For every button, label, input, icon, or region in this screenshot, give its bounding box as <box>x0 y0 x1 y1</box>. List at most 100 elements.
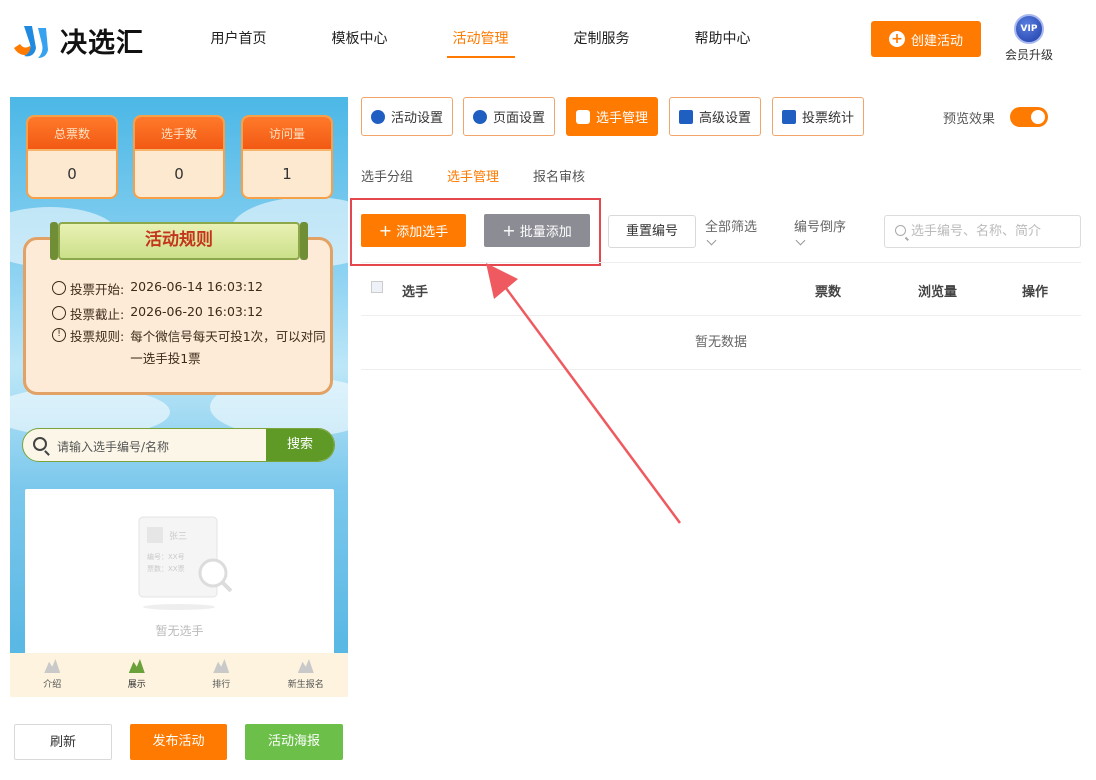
column-votes: 票数 <box>815 285 842 300</box>
tab-label: 活动设置 <box>390 111 443 126</box>
preview-tab-label: 新生报名 <box>287 680 324 690</box>
vip-upgrade-label: 会员升级 <box>1004 48 1053 62</box>
tab-vote-statistics[interactable]: 投票统计 <box>772 97 864 136</box>
settings-list-icon <box>678 109 693 124</box>
rule-start: 投票开始: 2026-06-14 16:03:12 <box>52 279 263 298</box>
publish-activity-button[interactable]: 发布活动 <box>130 724 227 760</box>
tab-advanced-settings[interactable]: 高级设置 <box>669 97 761 136</box>
nav-help-center[interactable]: 帮助中心 <box>662 28 783 58</box>
sort-order-label: 编号倒序 <box>794 220 847 235</box>
preview-search-button[interactable]: 搜索 <box>266 429 334 461</box>
annotation-arrow <box>486 263 682 524</box>
star-icon <box>370 109 385 124</box>
reset-number-button[interactable]: 重置编号 <box>608 215 696 248</box>
rule-label: 投票开始: <box>70 282 125 297</box>
flower-icon <box>472 109 487 124</box>
mobile-preview: 总票数 0 选手数 0 访问量 1 投票开始: 2026-06-14 16:03… <box>10 97 348 697</box>
nav-home[interactable]: 用户首页 <box>178 28 299 58</box>
stat-player-count: 选手数 0 <box>133 115 225 199</box>
rule-value: 2026-06-14 16:03:12 <box>130 279 263 294</box>
clock-icon <box>52 306 66 320</box>
player-search-box <box>884 215 1081 248</box>
stat-label: 选手数 <box>135 117 223 151</box>
refresh-button[interactable]: 刷新 <box>14 724 112 760</box>
search-icon <box>895 225 906 236</box>
sort-order-dropdown[interactable]: 编号倒序 <box>794 216 847 246</box>
filter-all-label: 全部筛选 <box>705 220 758 235</box>
vip-upgrade[interactable]: VIP 会员升级 <box>996 14 1062 63</box>
svg-text:张三: 张三 <box>169 531 187 542</box>
chevron-down-icon <box>795 235 806 246</box>
nav-custom-service[interactable]: 定制服务 <box>541 28 662 58</box>
mountain-icon <box>44 659 61 673</box>
rules-title-banner: 活动规则 <box>50 222 308 260</box>
empty-players-text: 暂无选手 <box>155 624 204 638</box>
stat-total-votes: 总票数 0 <box>26 115 118 199</box>
rule-value: 2026-06-20 16:03:12 <box>130 304 263 319</box>
tab-activity-settings[interactable]: 活动设置 <box>361 97 453 136</box>
tab-page-settings[interactable]: 页面设置 <box>463 97 555 136</box>
tab-player-management[interactable]: 选手管理 <box>566 97 658 136</box>
chevron-down-icon <box>706 235 717 246</box>
logo-icon <box>10 18 54 62</box>
main-nav: 用户首页 模板中心 活动管理 定制服务 帮助中心 <box>178 28 783 58</box>
nav-templates[interactable]: 模板中心 <box>299 28 420 58</box>
subtab-player-management[interactable]: 选手管理 <box>447 166 499 185</box>
top-header: 决选汇 用户首页 模板中心 活动管理 定制服务 帮助中心 + 创建活动 VIP … <box>0 0 1096 80</box>
subtab-signup-review[interactable]: 报名审核 <box>533 166 585 185</box>
rule-value: 每个微信号每天可投1次，可以对同一选手投1票 <box>130 329 326 366</box>
player-search-input[interactable] <box>911 216 1076 247</box>
table-empty-text: 暂无数据 <box>361 316 1081 370</box>
rules-panel: 投票开始: 2026-06-14 16:03:12 投票截止: 2026-06-… <box>23 237 333 395</box>
preview-tab-showcase[interactable]: 展示 <box>95 653 180 697</box>
preview-search-placeholder[interactable]: 请输入选手编号/名称 <box>57 438 169 455</box>
tab-label: 高级设置 <box>698 111 751 126</box>
preview-tab-label: 排行 <box>212 680 231 690</box>
mountain-icon <box>128 659 145 673</box>
logo[interactable]: 决选汇 <box>10 18 160 62</box>
info-icon: ! <box>52 328 66 342</box>
stat-visits: 访问量 1 <box>241 115 333 199</box>
stat-value: 1 <box>282 165 292 183</box>
preview-tab-intro[interactable]: 介绍 <box>10 653 95 697</box>
brand-name: 决选汇 <box>60 27 144 59</box>
svg-text:编号：XX号: 编号：XX号 <box>147 552 185 561</box>
plus-circle-icon: + <box>888 31 905 47</box>
mountain-icon <box>213 659 230 673</box>
nav-activity-management[interactable]: 活动管理 <box>420 28 541 58</box>
preview-tab-signup[interactable]: 新生报名 <box>264 653 349 697</box>
table-header: 选手 票数 浏览量 操作 <box>361 262 1081 316</box>
search-icon <box>33 437 47 451</box>
preview-tabbar: 介绍 展示 排行 新生报名 <box>10 653 348 697</box>
cake-icon <box>297 659 314 673</box>
preview-tab-label: 介绍 <box>43 680 62 690</box>
users-icon <box>575 109 590 124</box>
preview-tab-ranking[interactable]: 排行 <box>179 653 264 697</box>
select-all-checkbox[interactable] <box>371 281 383 293</box>
column-player: 选手 <box>402 285 429 300</box>
preview-tab-label: 展示 <box>127 680 146 690</box>
subtab-player-groups[interactable]: 选手分组 <box>361 166 413 185</box>
stat-value: 0 <box>174 165 184 183</box>
rule-end: 投票截止: 2026-06-20 16:03:12 <box>52 304 263 323</box>
empty-document-illustration: 张三 编号：XX号 票数：XX票 <box>138 516 233 610</box>
create-activity-button[interactable]: + 创建活动 <box>871 21 981 57</box>
players-table: 选手 票数 浏览量 操作 暂无数据 <box>361 262 1081 370</box>
column-views: 浏览量 <box>918 285 958 300</box>
stat-label: 访问量 <box>243 117 331 151</box>
bar-chart-icon <box>781 109 796 124</box>
stat-value: 0 <box>67 165 77 183</box>
filter-all-dropdown[interactable]: 全部筛选 <box>705 216 758 246</box>
create-activity-label: 创建活动 <box>910 33 963 49</box>
rule-label: 投票截止: <box>70 307 125 322</box>
tab-label: 页面设置 <box>492 111 545 126</box>
activity-poster-button[interactable]: 活动海报 <box>245 724 343 760</box>
vip-badge-icon: VIP <box>1014 14 1044 44</box>
column-actions: 操作 <box>1022 285 1049 300</box>
stat-label: 总票数 <box>28 117 116 151</box>
preview-effect-toggle[interactable] <box>1010 107 1048 127</box>
clock-icon <box>52 281 66 295</box>
preview-search-bar: 请输入选手编号/名称 搜索 <box>22 428 335 462</box>
rule-label: 投票规则: <box>70 329 125 344</box>
tab-label: 选手管理 <box>595 111 648 126</box>
